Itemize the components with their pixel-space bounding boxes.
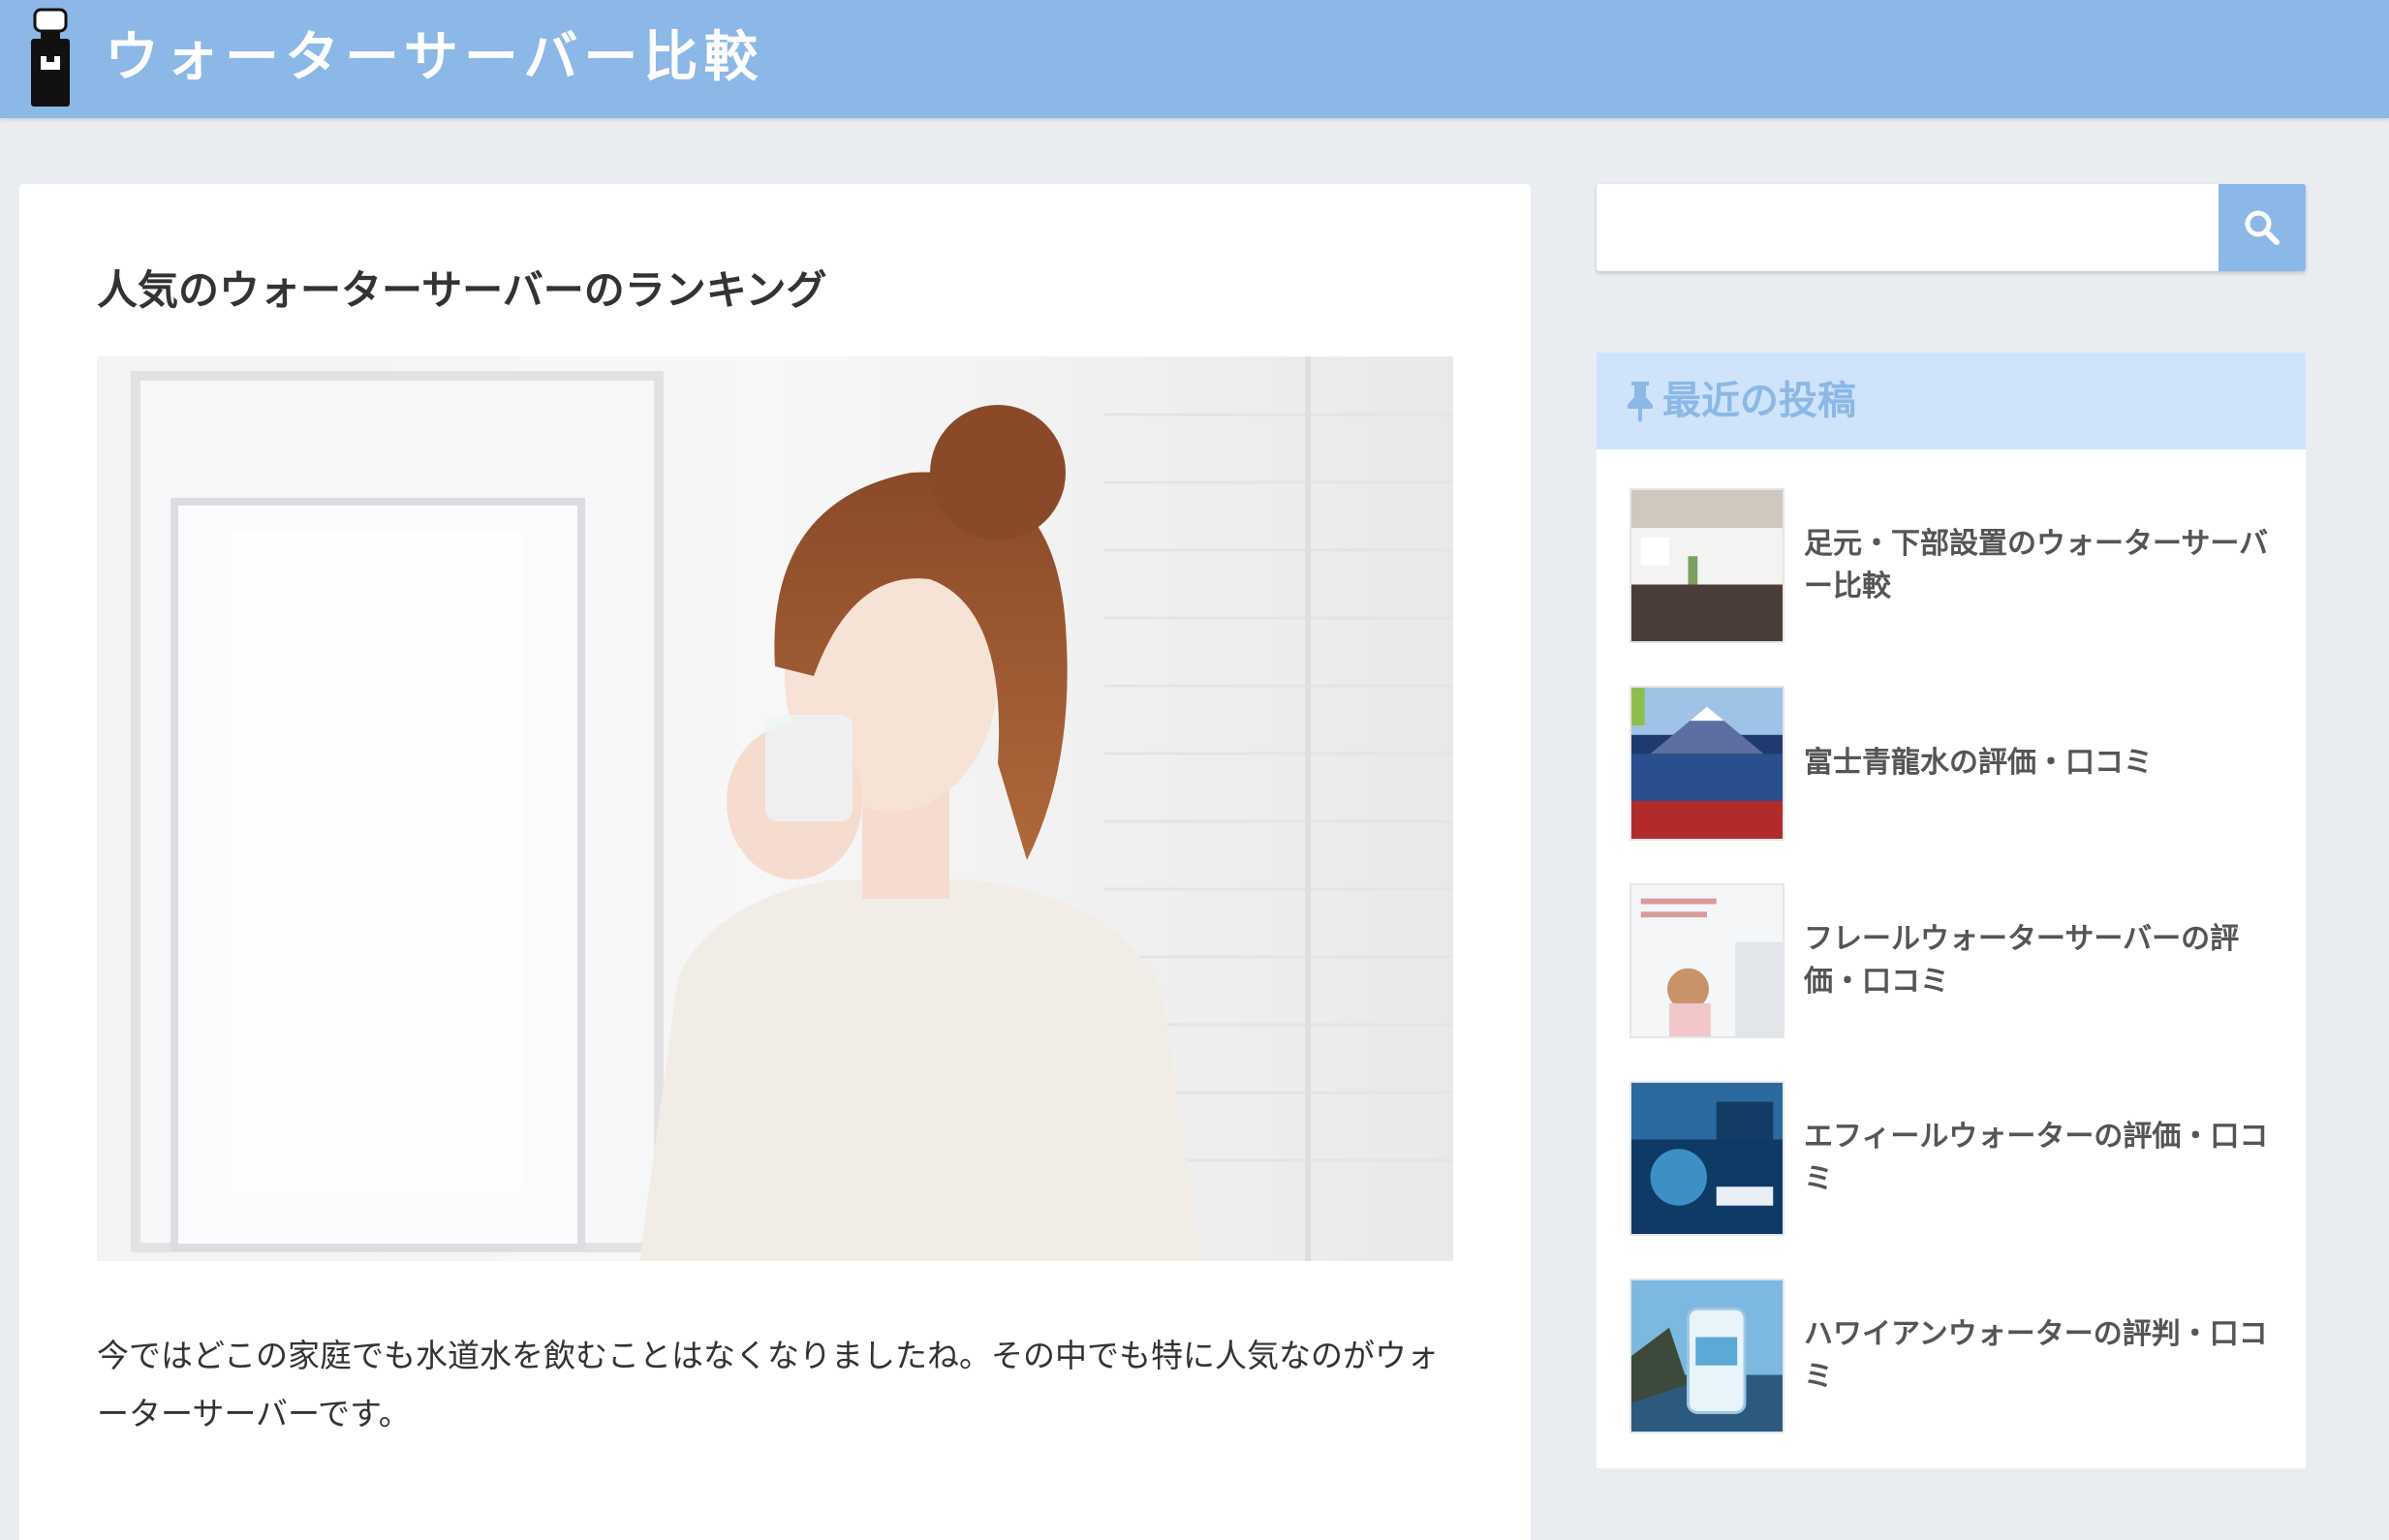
widget-header: 最近の投稿 bbox=[1597, 353, 2306, 449]
article-title: 人気のウォーターサーバーのランキング bbox=[97, 266, 827, 314]
site-header: ウォーターサーバー比較 bbox=[0, 0, 2389, 118]
search-box bbox=[1597, 184, 2306, 271]
post-thumbnail[interactable] bbox=[1629, 1278, 1784, 1433]
post-title[interactable]: 足元・下部設置のウォーターサーバー比較 bbox=[1804, 488, 2279, 643]
search-icon bbox=[2245, 210, 2280, 245]
widget-title: 最近の投稿 bbox=[1624, 372, 1856, 430]
recent-post-item[interactable]: フレールウォーターサーバーの評価・口コミ bbox=[1629, 883, 2279, 1038]
recent-post-item[interactable]: ハワイアンウォーターの評判・口コミ bbox=[1629, 1278, 2279, 1433]
water-server-logo-icon[interactable] bbox=[27, 8, 74, 108]
post-title[interactable]: エフィールウォーターの評価・口コミ bbox=[1804, 1081, 2279, 1236]
recent-post-item[interactable]: 富士青龍水の評価・口コミ bbox=[1629, 686, 2279, 841]
widget-title-label: 最近の投稿 bbox=[1662, 379, 1856, 423]
search-button[interactable] bbox=[2218, 184, 2306, 271]
post-thumbnail[interactable] bbox=[1629, 883, 1784, 1038]
pushpin-icon bbox=[1628, 382, 1653, 422]
recent-posts-widget: 最近の投稿 足元・下部設置のウォーターサーバー比較 富士青龍水の評価・口コミ フ… bbox=[1597, 353, 2306, 1468]
hero-image bbox=[97, 356, 1453, 1261]
search-input[interactable] bbox=[1597, 184, 2218, 271]
post-title[interactable]: 富士青龍水の評価・口コミ bbox=[1804, 686, 2279, 841]
post-thumbnail[interactable] bbox=[1629, 488, 1784, 643]
site-title[interactable]: ウォーターサーバー比較 bbox=[105, 21, 763, 95]
recent-post-item[interactable]: 足元・下部設置のウォーターサーバー比較 bbox=[1629, 488, 2279, 643]
article-card: 人気のウォーターサーバーのランキング 今ではどこの家庭でも水道水を飲むことはなく… bbox=[19, 184, 1531, 1540]
post-title[interactable]: フレールウォーターサーバーの評価・口コミ bbox=[1804, 883, 2279, 1038]
post-thumbnail[interactable] bbox=[1629, 686, 1784, 841]
post-title[interactable]: ハワイアンウォーターの評判・口コミ bbox=[1804, 1278, 2279, 1433]
post-thumbnail[interactable] bbox=[1629, 1081, 1784, 1236]
article-body: 今ではどこの家庭でも水道水を飲むことはなくなりましたね。その中でも特に人気なのが… bbox=[97, 1337, 1440, 1432]
recent-post-item[interactable]: エフィールウォーターの評価・口コミ bbox=[1629, 1081, 2279, 1236]
